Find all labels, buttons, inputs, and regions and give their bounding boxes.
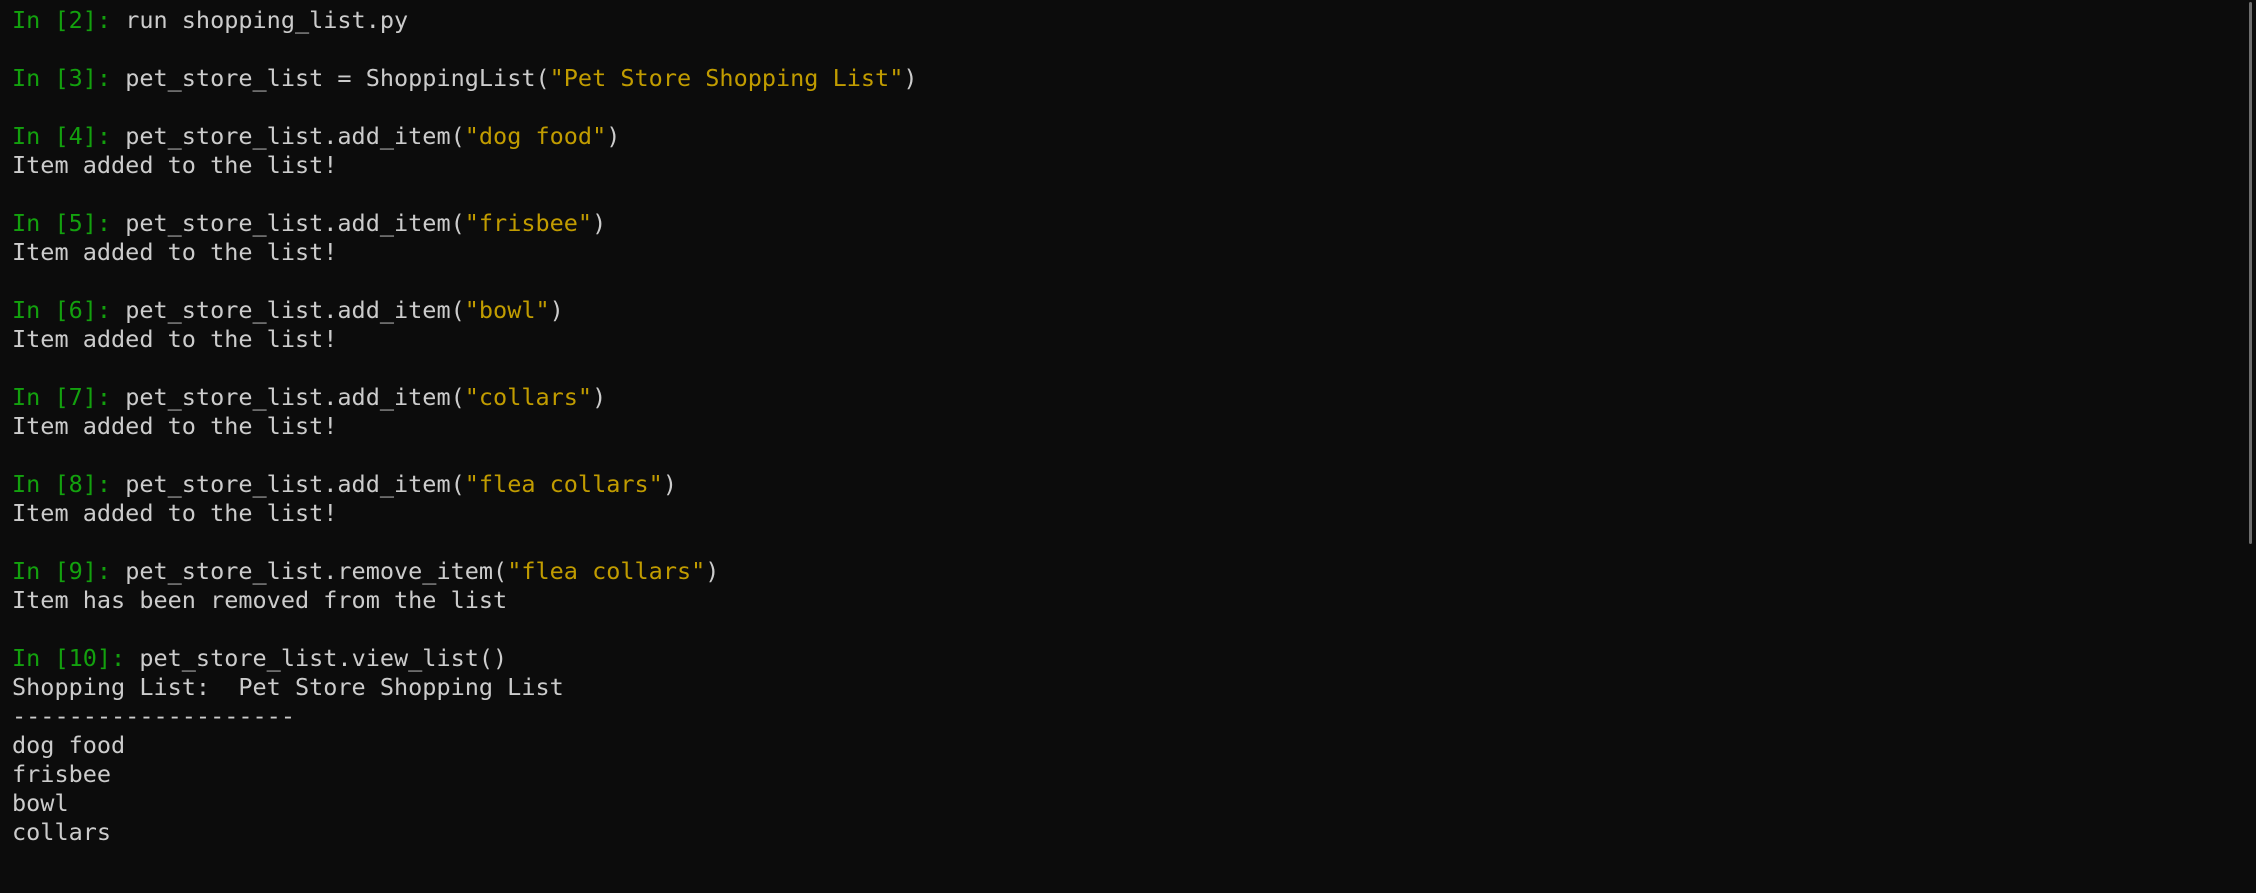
input-line: In [5]: pet_store_list.add_item("frisbee… — [12, 209, 2232, 238]
output-line: Item added to the list! — [12, 238, 338, 266]
input-prompt: In [3]: — [12, 64, 126, 92]
code-text: pet_store_list.remove_item( — [125, 557, 508, 585]
code-text: pet_store_list.add_item( — [125, 470, 465, 498]
input-line: In [7]: pet_store_list.add_item("collars… — [12, 383, 2232, 412]
string-literal: "flea collars" — [507, 557, 706, 585]
input-prompt: In [7]: — [12, 383, 126, 411]
code-text: pet_store_list.view_list() — [139, 644, 508, 672]
code-text: ) — [662, 470, 677, 498]
output-line: Shopping List: Pet Store Shopping List — [12, 673, 564, 701]
terminal-window[interactable]: In [2]: run shopping_list.py In [3]: pet_… — [0, 0, 2256, 893]
code-text: pet_store_list = ShoppingList( — [125, 64, 550, 92]
input-line: In [6]: pet_store_list.add_item("bowl") — [12, 296, 2232, 325]
output-line: Item added to the list! — [12, 412, 338, 440]
output-line: bowl — [12, 789, 69, 817]
code-text: ) — [592, 209, 607, 237]
input-prompt: In [6]: — [12, 296, 126, 324]
input-prompt: In [9]: — [12, 557, 126, 585]
string-literal: "collars" — [464, 383, 593, 411]
input-line: In [4]: pet_store_list.add_item("dog foo… — [12, 122, 2232, 151]
code-text: ) — [606, 122, 621, 150]
string-literal: "dog food" — [464, 122, 607, 150]
code-text: run shopping_list.py — [125, 6, 409, 34]
code-text: pet_store_list.add_item( — [125, 296, 465, 324]
output-line: Item added to the list! — [12, 499, 338, 527]
string-literal: "frisbee" — [464, 209, 593, 237]
output-line: frisbee — [12, 760, 112, 788]
code-text: ) — [903, 64, 918, 92]
input-prompt: In [5]: — [12, 209, 126, 237]
output-line: Item has been removed from the list — [12, 586, 508, 614]
output-line: Item added to the list! — [12, 151, 338, 179]
input-line: In [9]: pet_store_list.remove_item("flea… — [12, 557, 2232, 586]
vertical-scrollbar[interactable] — [2244, 0, 2256, 893]
output-line: collars — [12, 818, 112, 846]
output-line: Item added to the list! — [12, 325, 338, 353]
input-line: In [3]: pet_store_list = ShoppingList("P… — [12, 64, 2232, 93]
string-literal: "flea collars" — [464, 470, 663, 498]
output-line: dog food — [12, 731, 126, 759]
string-literal: "bowl" — [464, 296, 550, 324]
input-line: In [2]: run shopping_list.py — [12, 6, 2232, 35]
code-text: pet_store_list.add_item( — [125, 209, 465, 237]
input-prompt: In [8]: — [12, 470, 126, 498]
code-text: ) — [705, 557, 720, 585]
input-prompt: In [10]: — [12, 644, 140, 672]
input-prompt: In [2]: — [12, 6, 126, 34]
scrollbar-thumb[interactable] — [2249, 2, 2252, 544]
output-line: -------------------- — [12, 702, 295, 730]
input-prompt: In [4]: — [12, 122, 126, 150]
code-text: ) — [592, 383, 607, 411]
input-line: In [8]: pet_store_list.add_item("flea co… — [12, 470, 2232, 499]
input-line: In [10]: pet_store_list.view_list() — [12, 644, 2232, 673]
code-text: pet_store_list.add_item( — [125, 122, 465, 150]
terminal-output: In [2]: run shopping_list.py In [3]: pet_… — [12, 6, 2232, 847]
string-literal: "Pet Store Shopping List" — [549, 64, 904, 92]
code-text: pet_store_list.add_item( — [125, 383, 465, 411]
code-text: ) — [549, 296, 564, 324]
